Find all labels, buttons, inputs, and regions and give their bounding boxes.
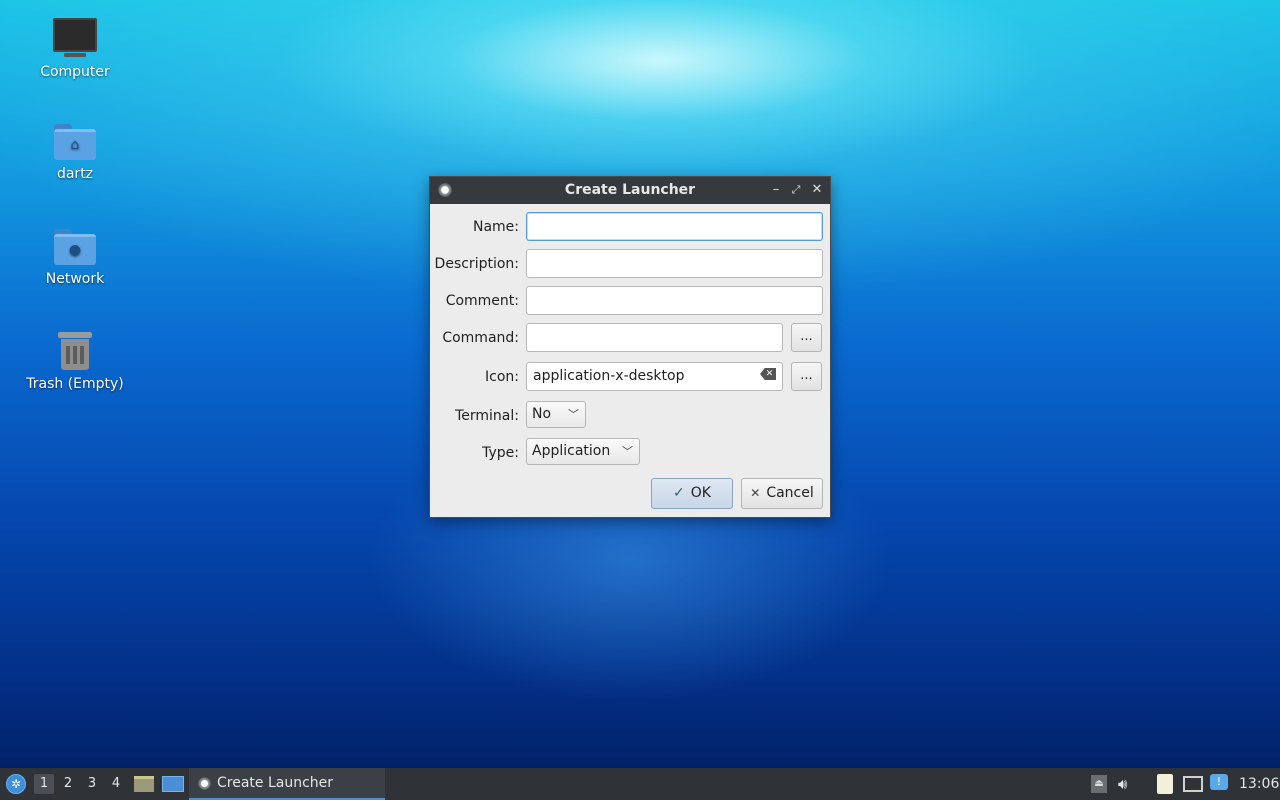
type-select-value: Application [532,443,611,459]
chevron-down-icon: ﹀ [622,445,633,458]
clock[interactable]: 13:06 [1239,768,1279,800]
show-desktop-icon[interactable] [162,776,184,792]
terminal-label: Terminal: [455,408,519,424]
command-row: Command: ... [430,323,830,353]
command-label: Command: [442,330,519,346]
command-browse-button[interactable]: ... [791,323,822,352]
file-manager-icon[interactable] [134,776,154,792]
name-label: Name: [472,219,519,235]
ok-label: OK [690,485,711,501]
desktop-icon-label: Computer [40,64,110,80]
chevron-down-icon: ﹀ [568,408,579,421]
comment-input[interactable] [526,286,823,315]
task-title: Create Launcher [217,775,334,791]
check-icon: ✓ [673,485,685,501]
computer-icon [53,18,97,57]
clear-icon[interactable]: ✕ [760,368,776,380]
dialog-titlebar[interactable]: Create Launcher – ⤢ ✕ [430,177,830,204]
ok-button[interactable]: ✓ OK [651,478,733,509]
home-folder-icon: ⌂ [54,124,96,160]
volume-icon[interactable]: 🔊︎ [1118,775,1136,793]
description-input[interactable] [526,249,823,278]
description-row: Description: [430,249,830,279]
name-input[interactable] [526,212,823,241]
comment-row: Comment: [430,286,830,316]
icon-input-value: application-x-desktop [533,368,685,384]
terminal-select[interactable]: No ﹀ [526,401,586,428]
desktop-icon-label: Trash (Empty) [26,376,124,392]
app-icon [198,777,211,790]
workspace-3[interactable]: 3 [82,774,102,794]
terminal-select-value: No [532,406,552,422]
maximize-button[interactable]: ⤢ [788,181,804,199]
update-notifier-icon[interactable]: ! [1210,774,1228,790]
desktop-icon-network[interactable]: ● Network [20,229,130,287]
workspace-1[interactable]: 1 [34,774,54,794]
network-icon[interactable] [1183,776,1203,792]
eject-icon[interactable]: ⏏ [1091,775,1107,793]
icon-browse-button[interactable]: ... [791,362,822,391]
desktop-icon-label: dartz [56,166,94,182]
minimize-button[interactable]: – [768,181,784,199]
icon-row: Icon: application-x-desktop ✕ ... [430,362,830,392]
clipboard-icon[interactable] [1157,774,1173,794]
description-label: Description: [434,256,519,272]
type-row: Type: Application ﹀ [430,438,830,468]
cancel-label: Cancel [766,485,814,501]
name-row: Name: [430,212,830,242]
icon-input[interactable]: application-x-desktop ✕ [526,362,783,391]
network-folder-icon: ● [54,229,96,265]
desktop-icon-label: Network [45,271,105,287]
create-launcher-dialog: Create Launcher – ⤢ ✕ Name: Description:… [429,176,831,518]
close-icon: ✕ [750,486,761,500]
close-button[interactable]: ✕ [809,181,825,199]
comment-label: Comment: [445,293,519,309]
trash-icon [58,332,92,370]
command-input[interactable] [526,323,783,352]
start-menu-icon[interactable]: ✲ [6,774,26,794]
workspace-2[interactable]: 2 [58,774,78,794]
type-select[interactable]: Application ﹀ [526,438,640,465]
desktop-icon-computer[interactable]: Computer [20,18,130,80]
taskbar-task-create-launcher[interactable]: Create Launcher [189,768,385,800]
taskbar: ✲ 1 2 3 4 Create Launcher ⏏ 🔊︎ ! 13:06 [0,768,1280,800]
desktop-icon-home[interactable]: ⌂ dartz [20,124,130,182]
terminal-row: Terminal: No ﹀ [430,401,830,431]
icon-label: Icon: [485,369,519,385]
type-label: Type: [482,445,519,461]
cancel-button[interactable]: ✕ Cancel [741,478,823,509]
workspace-4[interactable]: 4 [106,774,126,794]
desktop-icon-trash[interactable]: Trash (Empty) [20,332,130,392]
